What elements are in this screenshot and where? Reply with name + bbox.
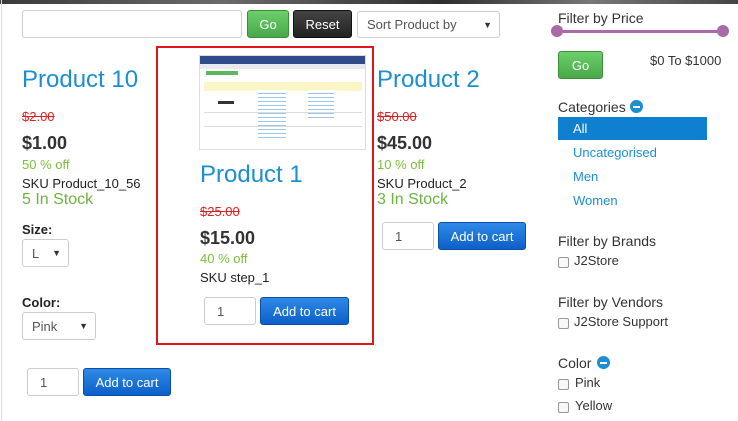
collapse-minus-icon[interactable]	[597, 356, 610, 369]
size-label: Size:	[22, 222, 53, 237]
old-price: $25.00	[200, 204, 240, 219]
price: $45.00	[377, 133, 433, 153]
brands-heading: Filter by Brands	[558, 233, 657, 249]
product-title[interactable]: Product 1	[200, 161, 303, 189]
color-checkbox-pink[interactable]	[558, 379, 569, 390]
vendor-label[interactable]: J2Store Support	[574, 314, 668, 329]
chevron-down-icon: ▼	[79, 321, 88, 331]
sort-select-label: Sort Product by	[367, 17, 457, 32]
sort-select[interactable]: Sort Product by ▼	[357, 11, 500, 38]
discount: 10 % off	[377, 157, 425, 172]
color-label-pink[interactable]: Pink	[575, 375, 600, 390]
category-item-uncategorised[interactable]: Uncategorised	[573, 145, 657, 160]
color-label-yellow[interactable]: Yellow	[575, 398, 612, 413]
color-checkbox-yellow[interactable]	[558, 402, 569, 413]
price-filter-go-button[interactable]: Go	[558, 51, 603, 79]
chevron-down-icon: ▼	[483, 19, 492, 30]
product-title[interactable]: Product 2	[377, 66, 480, 94]
old-price: $2.00	[22, 109, 55, 124]
category-item-women[interactable]: Women	[573, 193, 618, 208]
discount: 50 % off	[22, 157, 70, 172]
color-select[interactable]: Pink ▼	[22, 312, 96, 340]
size-select[interactable]: L ▼	[22, 239, 69, 267]
old-price: $50.00	[377, 109, 417, 124]
add-to-cart-button[interactable]: Add to cart	[260, 297, 349, 325]
price: $15.00	[200, 228, 256, 248]
chevron-down-icon: ▼	[52, 248, 61, 258]
price-filter-heading: Filter by Price	[558, 10, 644, 26]
top-banner-strip	[0, 0, 738, 4]
price: $1.00	[22, 133, 68, 153]
price-range-text: $0 To $1000	[650, 53, 722, 68]
product-title[interactable]: Product 10	[22, 66, 138, 94]
sku: SKU Product_10_56	[22, 176, 141, 191]
add-to-cart-button[interactable]: Add to cart	[438, 222, 526, 250]
category-item-all[interactable]: All	[573, 121, 587, 136]
color-label: Color:	[22, 295, 61, 310]
add-to-cart-button[interactable]: Add to cart	[83, 368, 171, 396]
sku: SKU Product_2	[377, 176, 467, 191]
price-slider-min-handle[interactable]	[551, 25, 563, 37]
color-value: Pink	[32, 318, 58, 334]
sku: SKU step_1	[200, 270, 270, 285]
reset-button[interactable]: Reset	[293, 10, 352, 38]
vendors-heading: Filter by Vendors	[558, 294, 664, 310]
discount: 40 % off	[200, 251, 248, 266]
size-value: L	[32, 245, 40, 261]
quantity-input[interactable]: 1	[27, 368, 79, 396]
brand-label[interactable]: J2Store	[574, 253, 619, 268]
price-slider-max-handle[interactable]	[717, 25, 729, 37]
quantity-input[interactable]: 1	[382, 222, 434, 250]
left-border	[1, 0, 2, 421]
product-thumbnail[interactable]	[199, 55, 366, 150]
collapse-minus-icon[interactable]	[630, 100, 643, 113]
quantity-input[interactable]: 1	[204, 297, 256, 325]
price-slider-track[interactable]	[557, 30, 723, 33]
search-go-button[interactable]: Go	[247, 10, 289, 38]
category-item-men[interactable]: Men	[573, 169, 598, 184]
stock-status: 3 In Stock	[377, 191, 449, 208]
search-input[interactable]	[22, 10, 242, 38]
brand-checkbox[interactable]	[558, 257, 569, 268]
stock-status: 5 In Stock	[22, 191, 94, 208]
color-filter-heading: Color	[558, 355, 592, 371]
categories-heading: Categories	[558, 99, 626, 115]
vendor-checkbox[interactable]	[558, 318, 569, 329]
